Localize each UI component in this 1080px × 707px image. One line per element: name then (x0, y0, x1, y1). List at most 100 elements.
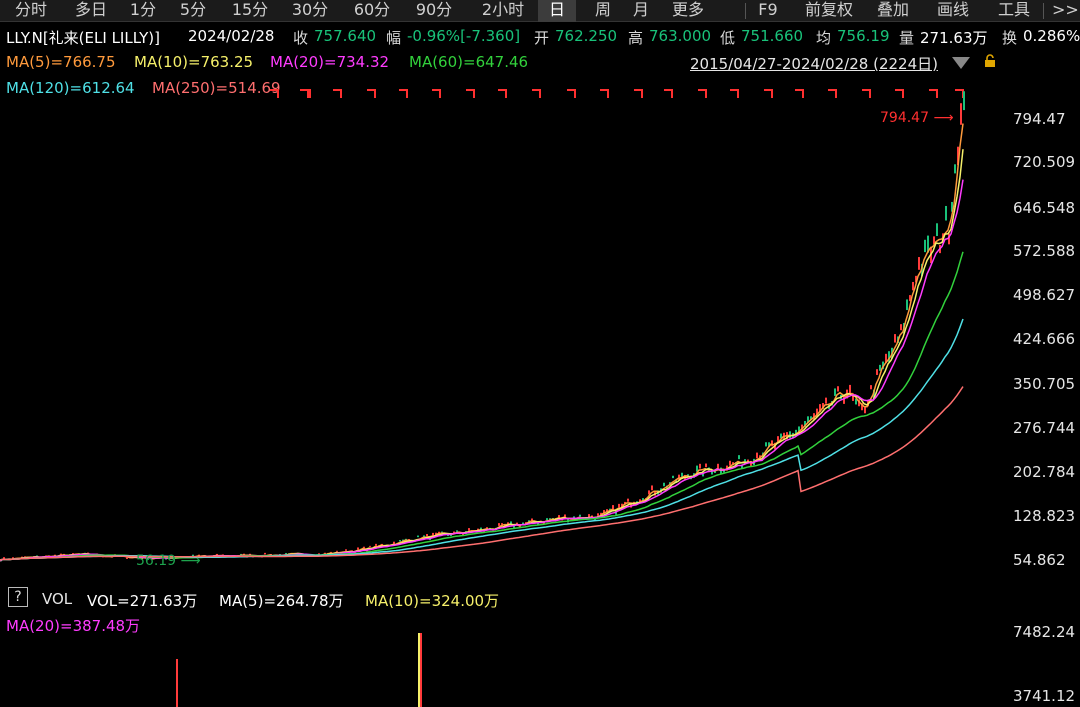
toolbar-item-3[interactable]: 5分 (177, 0, 209, 22)
toolbar-item-0[interactable]: 分时 (8, 0, 54, 22)
period-marker (664, 89, 673, 98)
candle (126, 557, 128, 559)
toolbar-item-2[interactable]: 1分 (127, 0, 159, 22)
min-price-marker: 56.19 ⟶ (136, 553, 201, 569)
candle (924, 239, 926, 253)
period-marker (828, 89, 837, 98)
candle (918, 257, 920, 270)
candle (870, 385, 872, 390)
candle (825, 397, 827, 404)
candle (612, 505, 614, 510)
price-axis-tick: 794.47 (1013, 110, 1066, 128)
candle (729, 460, 731, 466)
candle (912, 281, 914, 291)
candle (963, 91, 965, 111)
volume-axis-tick: 7482.24 (1013, 623, 1076, 641)
toolbar-item-17[interactable]: 工具 (993, 0, 1035, 22)
toolbar-item-12[interactable]: 更多 (667, 0, 709, 22)
candle (954, 164, 956, 174)
volume-chart[interactable] (0, 625, 1000, 707)
candle (456, 530, 458, 532)
toolbar-item-11[interactable]: 月 (626, 0, 656, 22)
max-price-marker: 794.47 ⟶ (880, 110, 954, 126)
avg-label: 均 (816, 29, 832, 47)
toolbar-item-4[interactable]: 15分 (229, 0, 271, 22)
low-label: 低 (720, 29, 736, 47)
candle (345, 549, 347, 551)
price-axis-tick: 498.627 (1013, 286, 1076, 304)
toolbar-item-15[interactable]: 叠加 (872, 0, 914, 22)
candle (705, 463, 707, 468)
candle (945, 205, 947, 221)
candle (756, 452, 758, 459)
candle (672, 475, 674, 479)
price-chart[interactable] (0, 80, 1000, 580)
toolbar-item-10[interactable]: 周 (586, 0, 620, 22)
candle (960, 103, 962, 125)
candle (264, 552, 266, 555)
candle (900, 324, 902, 331)
candle (699, 463, 701, 469)
price-axis-tick: 646.548 (1013, 199, 1076, 217)
volume-axis-tick: 3741.12 (1013, 687, 1076, 705)
period-marker (634, 89, 643, 98)
toolbar-item-9[interactable]: 日 (538, 0, 576, 22)
dropdown-triangle-icon[interactable] (952, 57, 970, 69)
candle (369, 545, 371, 547)
candle (879, 364, 881, 371)
candle (417, 535, 419, 538)
ma-line-4 (0, 318, 964, 561)
candle (651, 485, 653, 491)
candle (834, 388, 836, 396)
candle (765, 442, 767, 447)
toolbar-item-16[interactable]: 画线 (932, 0, 974, 22)
price-axis-tick: 128.823 (1013, 507, 1076, 525)
toolbar-item-6[interactable]: 60分 (351, 0, 393, 22)
vol-ma5: MA(5)=264.78万 (219, 592, 344, 610)
toolbar-item-13[interactable]: F9 (755, 0, 781, 22)
candle (627, 498, 629, 502)
volume-value: 271.63万 (920, 29, 988, 47)
period-marker (698, 89, 707, 98)
candle (597, 513, 599, 516)
date-range-selector[interactable]: 2015/04/27-2024/02/28 (2224日) (690, 53, 938, 74)
period-toolbar: 分时 多日 1分 5分 15分 30分 60分 90分 2小时日周月更多 F9 前复权 叠加 画线 工具 >… (0, 0, 1080, 22)
close-label: 收 (293, 29, 309, 47)
price-axis-tick: 202.784 (1013, 463, 1076, 481)
open-value: 762.250 (555, 27, 618, 45)
price-axis-tick: 720.509 (1013, 153, 1076, 171)
toolbar-item-18[interactable]: >> (1052, 0, 1079, 22)
candle (498, 523, 500, 526)
toolbar-item-7[interactable]: 90分 (413, 0, 455, 22)
turnover-label: 换 (1002, 29, 1018, 47)
candle (426, 534, 428, 537)
period-marker (498, 89, 507, 98)
quote-date: 2024/02/28 (188, 27, 275, 45)
volume-bar (420, 633, 422, 707)
lock-icon[interactable] (983, 54, 997, 68)
candle (771, 440, 773, 447)
help-icon[interactable]: ? (8, 587, 28, 607)
ma20-legend: MA(20)=734.32 (270, 53, 390, 71)
candle (399, 540, 401, 542)
price-axis-tick: 572.588 (1013, 242, 1076, 260)
period-marker (795, 89, 804, 98)
toolbar-item-1[interactable]: 多日 (68, 0, 114, 22)
toolbar-separator (745, 3, 746, 19)
period-marker (466, 89, 475, 98)
toolbar-item-14[interactable]: 前复权 (797, 0, 861, 22)
period-marker (567, 89, 576, 98)
change-value: -0.96%[-7.360] (407, 27, 521, 45)
toolbar-item-8[interactable]: 2小时 (475, 0, 531, 22)
open-label: 开 (534, 29, 550, 47)
vol-ma10: MA(10)=324.00万 (365, 592, 500, 610)
period-marker (862, 89, 871, 98)
ma-line-1 (0, 149, 964, 562)
turnover-value: 0.286% (1023, 27, 1080, 45)
toolbar-item-5[interactable]: 30分 (289, 0, 331, 22)
candle (936, 223, 938, 237)
candle (849, 384, 851, 394)
price-axis-tick: 276.744 (1013, 419, 1076, 437)
candle (336, 550, 338, 552)
ma10-legend: MA(10)=763.25 (134, 53, 254, 71)
